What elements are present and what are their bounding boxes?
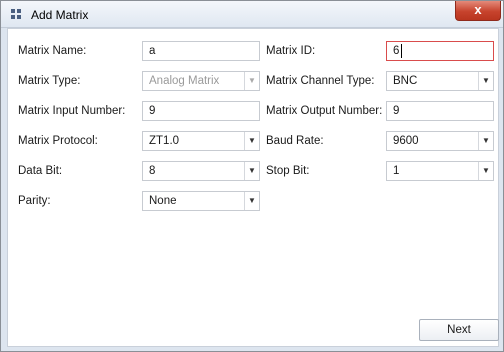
stop-bit-select[interactable]: 1 ▼ (386, 161, 494, 181)
matrix-type-value: Analog Matrix (149, 75, 220, 87)
matrix-input-number-label: Matrix Input Number: (18, 105, 126, 117)
matrix-name-value: a (149, 45, 156, 57)
matrix-id-input[interactable]: 6 (386, 41, 494, 61)
matrix-input-number-input[interactable]: 9 (142, 101, 260, 121)
matrix-protocol-select[interactable]: ZT1.0 ▼ (142, 131, 260, 151)
next-button[interactable]: Next (419, 319, 499, 341)
stop-bit-value: 1 (393, 165, 400, 177)
text-caret (401, 44, 402, 58)
matrix-type-select[interactable]: Analog Matrix ▼ (142, 71, 260, 91)
data-bit-select[interactable]: 8 ▼ (142, 161, 260, 181)
chevron-down-icon: ▼ (478, 72, 493, 90)
dialog-title: Add Matrix (31, 8, 89, 22)
parity-value: None (149, 195, 177, 207)
matrix-grid-icon (11, 9, 22, 20)
baud-rate-select[interactable]: 9600 ▼ (386, 131, 494, 151)
matrix-channel-type-label: Matrix Channel Type: (266, 75, 375, 87)
baud-rate-label: Baud Rate: (266, 135, 324, 147)
matrix-protocol-label: Matrix Protocol: (18, 135, 98, 147)
close-button[interactable]: x (455, 1, 501, 21)
form-panel: Matrix Name: a Matrix ID: 6 Matrix Type:… (7, 28, 499, 347)
add-matrix-dialog: Add Matrix x Matrix Name: a Matrix ID: 6… (0, 0, 504, 352)
parity-select[interactable]: None ▼ (142, 191, 260, 211)
baud-rate-value: 9600 (393, 135, 419, 147)
close-icon: x (474, 2, 482, 17)
matrix-output-number-input[interactable]: 9 (386, 101, 494, 121)
matrix-id-value: 6 (393, 45, 400, 57)
matrix-output-number-label: Matrix Output Number: (266, 105, 383, 117)
parity-label: Parity: (18, 195, 51, 207)
stop-bit-label: Stop Bit: (266, 165, 310, 177)
data-bit-label: Data Bit: (18, 165, 63, 177)
chevron-down-icon: ▼ (478, 162, 493, 180)
matrix-name-input[interactable]: a (142, 41, 260, 61)
matrix-id-label: Matrix ID: (266, 45, 316, 57)
chevron-down-icon: ▼ (244, 132, 259, 150)
title-bar[interactable]: Add Matrix x (1, 1, 503, 28)
matrix-name-label: Matrix Name: (18, 45, 87, 57)
data-bit-value: 8 (149, 165, 156, 177)
matrix-output-number-value: 9 (393, 105, 400, 117)
matrix-type-label: Matrix Type: (18, 75, 81, 87)
matrix-protocol-value: ZT1.0 (149, 135, 180, 147)
matrix-channel-type-value: BNC (393, 75, 418, 87)
chevron-down-icon: ▼ (478, 132, 493, 150)
chevron-down-icon: ▼ (244, 192, 259, 210)
matrix-channel-type-select[interactable]: BNC ▼ (386, 71, 494, 91)
chevron-down-icon: ▼ (244, 162, 259, 180)
chevron-down-icon: ▼ (244, 72, 259, 90)
matrix-input-number-value: 9 (149, 105, 156, 117)
